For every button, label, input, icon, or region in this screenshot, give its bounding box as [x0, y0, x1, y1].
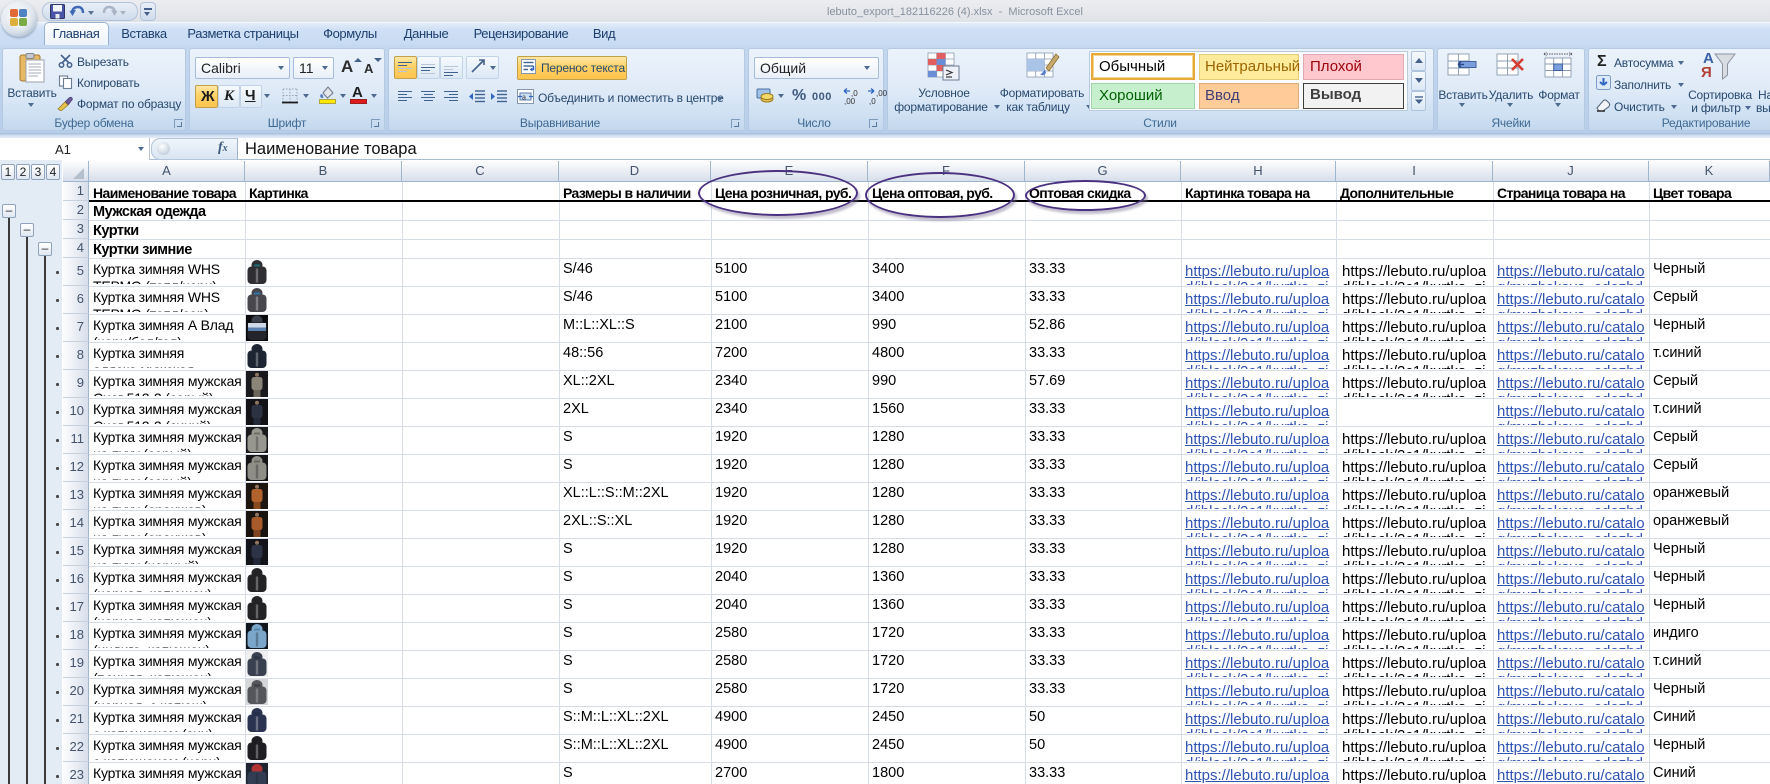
- svg-text:,00: ,00: [876, 89, 888, 98]
- svg-text:,0: ,0: [869, 97, 876, 105]
- svg-text:,00: ,00: [844, 97, 856, 105]
- svg-text:a: a: [522, 95, 526, 102]
